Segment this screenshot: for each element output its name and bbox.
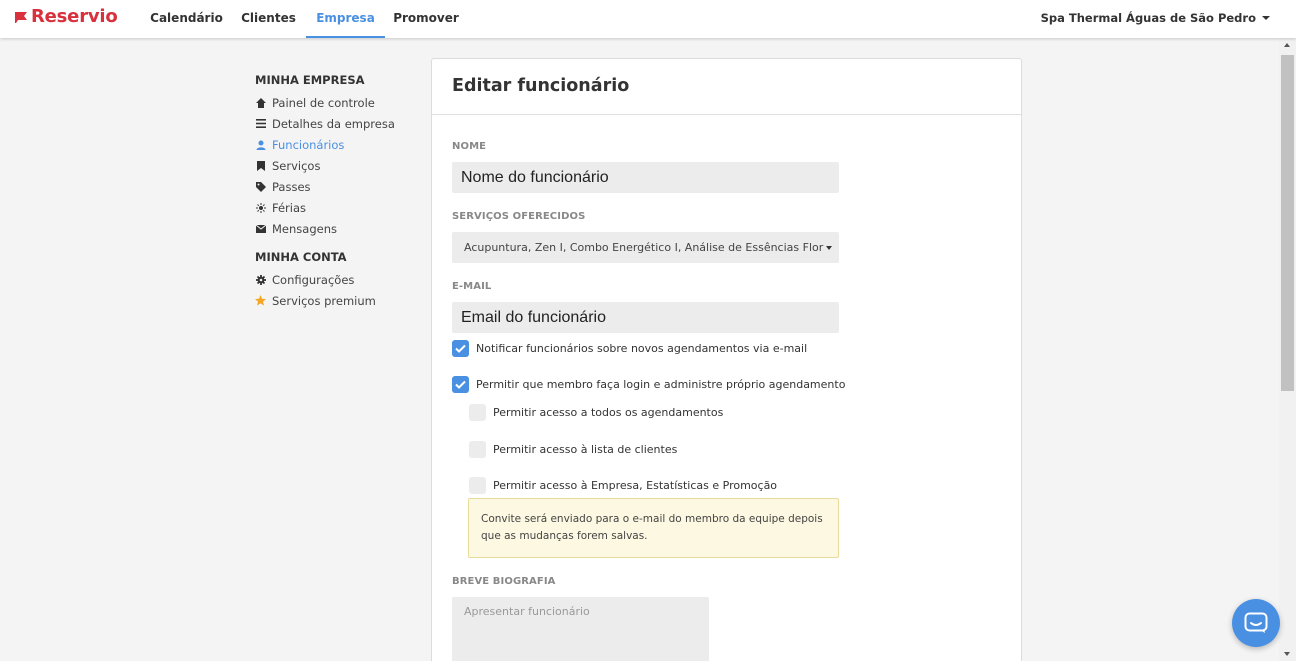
name-label: NOME [452,141,487,152]
name-input[interactable]: Nome do funcionário [452,162,839,193]
envelope-icon [255,223,266,234]
sidebar: MINHA EMPRESA Painel de controle Detalhe… [255,72,425,311]
sidebar-item-label: Serviços premium [272,293,376,308]
services-label: SERVIÇOS OFERECIDOS [452,211,586,222]
sidebar-item-passes[interactable]: Passes [255,176,425,197]
sidebar-item-servicos-premium[interactable]: Serviços premium [255,290,425,311]
list-icon [255,118,266,129]
bio-label: BREVE BIOGRAFIA [452,576,556,587]
sidebar-item-label: Painel de controle [272,95,375,110]
chevron-down-icon [826,246,832,250]
account-dropdown[interactable]: Spa Thermal Águas de São Pedro [1041,0,1270,38]
sidebar-item-label: Funcionários [272,137,345,152]
sidebar-item-label: Férias [272,200,307,215]
invite-notice: Convite será enviado para o e-mail do me… [468,498,839,558]
nav-clientes[interactable]: Clientes [237,0,300,38]
sidebar-item-ferias[interactable]: Férias [255,197,425,218]
checkmark-icon [455,380,466,389]
sidebar-item-painel[interactable]: Painel de controle [255,92,425,113]
notify-checkbox-row[interactable]: Notificar funcionários sobre novos agend… [452,340,807,357]
logo-text: Reservio [31,6,118,27]
top-navbar: Reservio Calendário Clientes Empresa Pro… [0,0,1296,38]
sidebar-item-configuracoes[interactable]: Configurações [255,269,425,290]
sidebar-heading-minha-conta: MINHA CONTA [255,250,347,264]
all-appointments-checkbox[interactable] [469,404,486,421]
notify-checkbox[interactable] [452,340,469,357]
sidebar-heading-minha-empresa: MINHA EMPRESA [255,73,365,87]
all-appointments-checkbox-label: Permitir acesso a todos os agendamentos [493,406,724,419]
chat-icon [1244,612,1268,633]
email-label: E-MAIL [452,281,492,292]
bio-textarea[interactable]: Apresentar funcionário [452,597,709,661]
edit-employee-card: Editar funcionário NOME Nome do funcioná… [431,58,1022,661]
scrollbar-thumb[interactable] [1281,55,1294,391]
sidebar-item-label: Serviços [272,158,321,173]
dashboard-icon [255,97,266,108]
bookmark-icon [255,160,266,171]
client-list-checkbox[interactable] [469,441,486,458]
sidebar-item-funcionarios[interactable]: Funcionários [255,134,425,155]
sidebar-item-label: Mensagens [272,221,337,236]
business-stats-checkbox-row[interactable]: Permitir acesso à Empresa, Estatísticas … [469,477,777,494]
user-icon [255,139,266,150]
nav-promover[interactable]: Promover [390,0,462,38]
tag-icon [255,181,266,192]
notify-checkbox-label: Notificar funcionários sobre novos agend… [476,342,808,355]
sidebar-item-servicos[interactable]: Serviços [255,155,425,176]
nav-empresa[interactable]: Empresa [306,0,385,38]
allow-login-checkbox-row[interactable]: Permitir que membro faça login e adminis… [452,376,845,393]
chevron-down-icon [1262,15,1270,20]
sidebar-item-label: Configurações [272,272,355,287]
star-icon [255,295,266,306]
scroll-down-icon[interactable] [1284,652,1290,656]
allow-login-checkbox[interactable] [452,376,469,393]
page-scrollbar[interactable] [1279,38,1296,661]
reservio-logo[interactable]: Reservio [14,6,118,27]
account-name: Spa Thermal Águas de São Pedro [1040,11,1256,25]
sun-icon [255,202,266,213]
email-input[interactable]: Email do funcionário [452,302,839,333]
services-select[interactable]: Acupuntura, Zen I, Combo Energético I, A… [452,232,839,263]
sidebar-item-detalhes[interactable]: Detalhes da empresa [255,113,425,134]
sidebar-item-label: Detalhes da empresa [272,116,395,131]
chat-launcher-button[interactable] [1232,599,1280,647]
all-appointments-checkbox-row[interactable]: Permitir acesso a todos os agendamentos [469,404,723,421]
card-header: Editar funcionário [432,59,1021,115]
services-select-value: Acupuntura, Zen I, Combo Energético I, A… [464,241,824,254]
nav-calendario[interactable]: Calendário [148,0,225,38]
client-list-checkbox-row[interactable]: Permitir acesso à lista de clientes [469,441,677,458]
sidebar-item-mensagens[interactable]: Mensagens [255,218,425,239]
business-stats-checkbox-label: Permitir acesso à Empresa, Estatísticas … [493,479,778,492]
checkmark-icon [455,344,466,353]
scroll-up-icon[interactable] [1284,43,1290,47]
page-title: Editar funcionário [452,76,630,96]
gear-icon [255,274,266,285]
sidebar-item-label: Passes [272,179,311,194]
client-list-checkbox-label: Permitir acesso à lista de clientes [493,443,678,456]
logo-flag-icon [14,10,30,24]
allow-login-checkbox-label: Permitir que membro faça login e adminis… [476,378,846,391]
business-stats-checkbox[interactable] [469,477,486,494]
